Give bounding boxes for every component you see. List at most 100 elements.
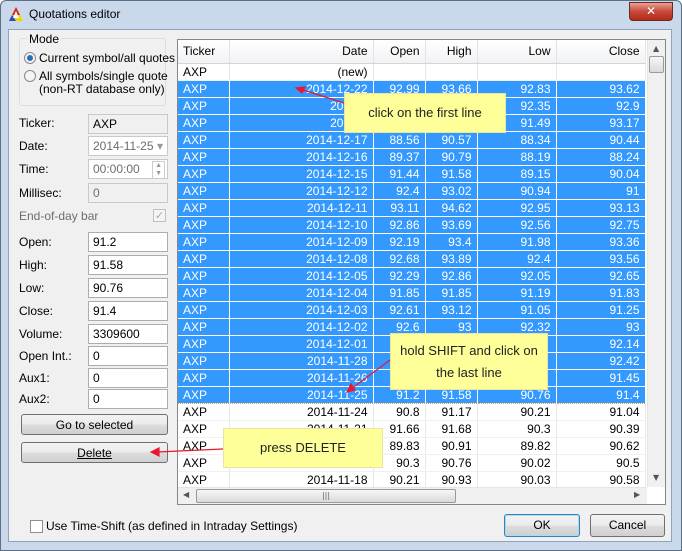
- ticker-field: AXP: [88, 114, 168, 134]
- close-button[interactable]: ✕: [629, 2, 673, 21]
- cell-high: 90.76: [425, 454, 478, 472]
- high-field[interactable]: 91.58: [88, 255, 168, 275]
- cell-open: 91.85: [373, 284, 426, 302]
- ok-button[interactable]: OK: [504, 514, 580, 537]
- cell-close: 88.24: [556, 148, 646, 166]
- mode-option-label: All symbols/single quote: [39, 69, 168, 83]
- time-spinner-icon[interactable]: ▲ ▼: [152, 161, 165, 179]
- column-header-close[interactable]: Close: [556, 40, 646, 64]
- column-header-date[interactable]: Date: [229, 40, 374, 64]
- table-row[interactable]: AXP 2014-12-03 92.61 93.12 91.05 91.25: [178, 301, 646, 319]
- cell-ticker: AXP: [178, 335, 230, 353]
- cell-close: [556, 63, 646, 81]
- go-to-selected-button[interactable]: Go to selected: [21, 414, 168, 435]
- cell-date: 2014-12-11: [229, 199, 374, 217]
- aux1-label: Aux1:: [19, 371, 50, 385]
- cell-ticker: AXP: [178, 301, 230, 319]
- cell-ticker: AXP: [178, 471, 230, 489]
- cell-date: 2014-11-18: [229, 471, 374, 489]
- scroll-left-icon[interactable]: ◀: [183, 490, 189, 499]
- cell-open: 92.86: [373, 216, 426, 234]
- cell-date: 2014-11-26: [229, 369, 374, 387]
- low-field[interactable]: 90.76: [88, 278, 168, 298]
- vertical-scrollbar[interactable]: ▲ ▼: [647, 40, 665, 487]
- table-row[interactable]: AXP 2014-12-15 91.44 91.58 89.15 90.04: [178, 165, 646, 183]
- cell-low: 91.05: [477, 301, 557, 319]
- openint-field[interactable]: 0: [88, 346, 168, 366]
- volume-field[interactable]: 3309600: [88, 324, 168, 344]
- cell-low: 89.15: [477, 165, 557, 183]
- mode-option-label: Current symbol/all quotes: [39, 51, 176, 65]
- mode-current-symbol-radio[interactable]: [24, 52, 36, 64]
- volume-label: Volume:: [19, 327, 63, 341]
- time-shift-checkbox[interactable]: [30, 520, 43, 533]
- cell-high: 91.17: [425, 403, 478, 421]
- table-row[interactable]: AXP 2014-12-12 92.4 93.02 90.94 91: [178, 182, 646, 200]
- millisec-field: 0: [88, 183, 168, 203]
- table-row[interactable]: AXP 2014-12-05 92.29 92.86 92.05 92.65: [178, 267, 646, 285]
- horizontal-scrollbar[interactable]: ◀ ||| ▶: [178, 487, 647, 504]
- cell-low: 92.4: [477, 250, 557, 268]
- column-header-ticker[interactable]: Ticker: [178, 40, 230, 64]
- chevron-down-icon[interactable]: ▾: [157, 139, 163, 153]
- table-row[interactable]: AXP 2014-12-09 92.19 93.4 91.98 93.36: [178, 233, 646, 251]
- cell-low: [477, 63, 557, 81]
- cell-close: 93.36: [556, 233, 646, 251]
- table-row[interactable]: AXP 2014-12-11 93.11 94.62 92.95 93.13: [178, 199, 646, 217]
- cell-date: 2014-12-08: [229, 250, 374, 268]
- horizontal-scroll-thumb[interactable]: |||: [196, 489, 456, 503]
- date-picker[interactable]: 2014-11-25 ▾: [88, 136, 168, 156]
- window-title: Quotations editor: [29, 7, 121, 21]
- cell-close: 91.83: [556, 284, 646, 302]
- cell-close: 93.62: [556, 80, 646, 98]
- cell-open: 90.8: [373, 403, 426, 421]
- delete-button[interactable]: Delete: [21, 442, 168, 463]
- table-row[interactable]: AXP 2014-12-08 92.68 93.89 92.4 93.56: [178, 250, 646, 268]
- open-field[interactable]: 91.2: [88, 232, 168, 252]
- close-label: Close:: [19, 304, 54, 318]
- title-bar: Quotations editor ✕: [1, 1, 681, 29]
- close-field[interactable]: 91.4: [88, 301, 168, 321]
- cell-high: 91.68: [425, 420, 478, 438]
- column-header-low[interactable]: Low: [477, 40, 557, 64]
- table-row[interactable]: AXP 2014-12-16 89.37 90.79 88.19 88.24: [178, 148, 646, 166]
- cell-low: 90.3: [477, 420, 557, 438]
- table-row[interactable]: AXP 2014-12-04 91.85 91.85 91.19 91.83: [178, 284, 646, 302]
- eod-label: End-of-day bar: [19, 209, 99, 223]
- scroll-right-icon[interactable]: ▶: [634, 490, 640, 499]
- cell-high: 91.85: [425, 284, 478, 302]
- scroll-up-icon[interactable]: ▲: [653, 44, 659, 53]
- cell-ticker: AXP: [178, 420, 230, 438]
- cell-open: 93.11: [373, 199, 426, 217]
- table-row[interactable]: AXP (new): [178, 63, 646, 81]
- column-header-high[interactable]: High: [425, 40, 478, 64]
- table-row[interactable]: AXP 2014-12-10 92.86 93.69 92.56 92.75: [178, 216, 646, 234]
- cell-high: 93.12: [425, 301, 478, 319]
- vertical-scroll-thumb[interactable]: [649, 56, 664, 73]
- cell-low: 90.03: [477, 471, 557, 489]
- cell-ticker: AXP: [178, 250, 230, 268]
- aux2-field[interactable]: 0: [88, 389, 168, 409]
- cell-date: 2014-12-03: [229, 301, 374, 319]
- mode-option-sublabel: (non-RT database only): [39, 82, 165, 96]
- time-field[interactable]: 00:00:00 ▲ ▼: [88, 159, 168, 179]
- cell-ticker: AXP: [178, 454, 230, 472]
- cell-open: 90.21: [373, 471, 426, 489]
- cell-low: 91.19: [477, 284, 557, 302]
- table-row[interactable]: AXP 2014-12-17 88.56 90.57 88.34 90.44: [178, 131, 646, 149]
- mode-all-symbols-radio[interactable]: [24, 70, 36, 82]
- table-row[interactable]: AXP 2014-11-18 90.21 90.93 90.03 90.58: [178, 471, 646, 489]
- cancel-button[interactable]: Cancel: [590, 514, 665, 537]
- scroll-down-icon[interactable]: ▼: [653, 473, 659, 482]
- cell-date: 2014-12-02: [229, 318, 374, 336]
- aux1-field[interactable]: 0: [88, 368, 168, 388]
- column-header-open[interactable]: Open: [373, 40, 426, 64]
- table-row[interactable]: AXP 2014-11-24 90.8 91.17 90.21 91.04: [178, 403, 646, 421]
- cell-close: 90.58: [556, 471, 646, 489]
- cell-ticker: AXP: [178, 114, 230, 132]
- cell-high: 90.57: [425, 131, 478, 149]
- cell-open: 91.44: [373, 165, 426, 183]
- cell-close: 92.75: [556, 216, 646, 234]
- cell-ticker: AXP: [178, 216, 230, 234]
- cell-date: 2014-12-01: [229, 335, 374, 353]
